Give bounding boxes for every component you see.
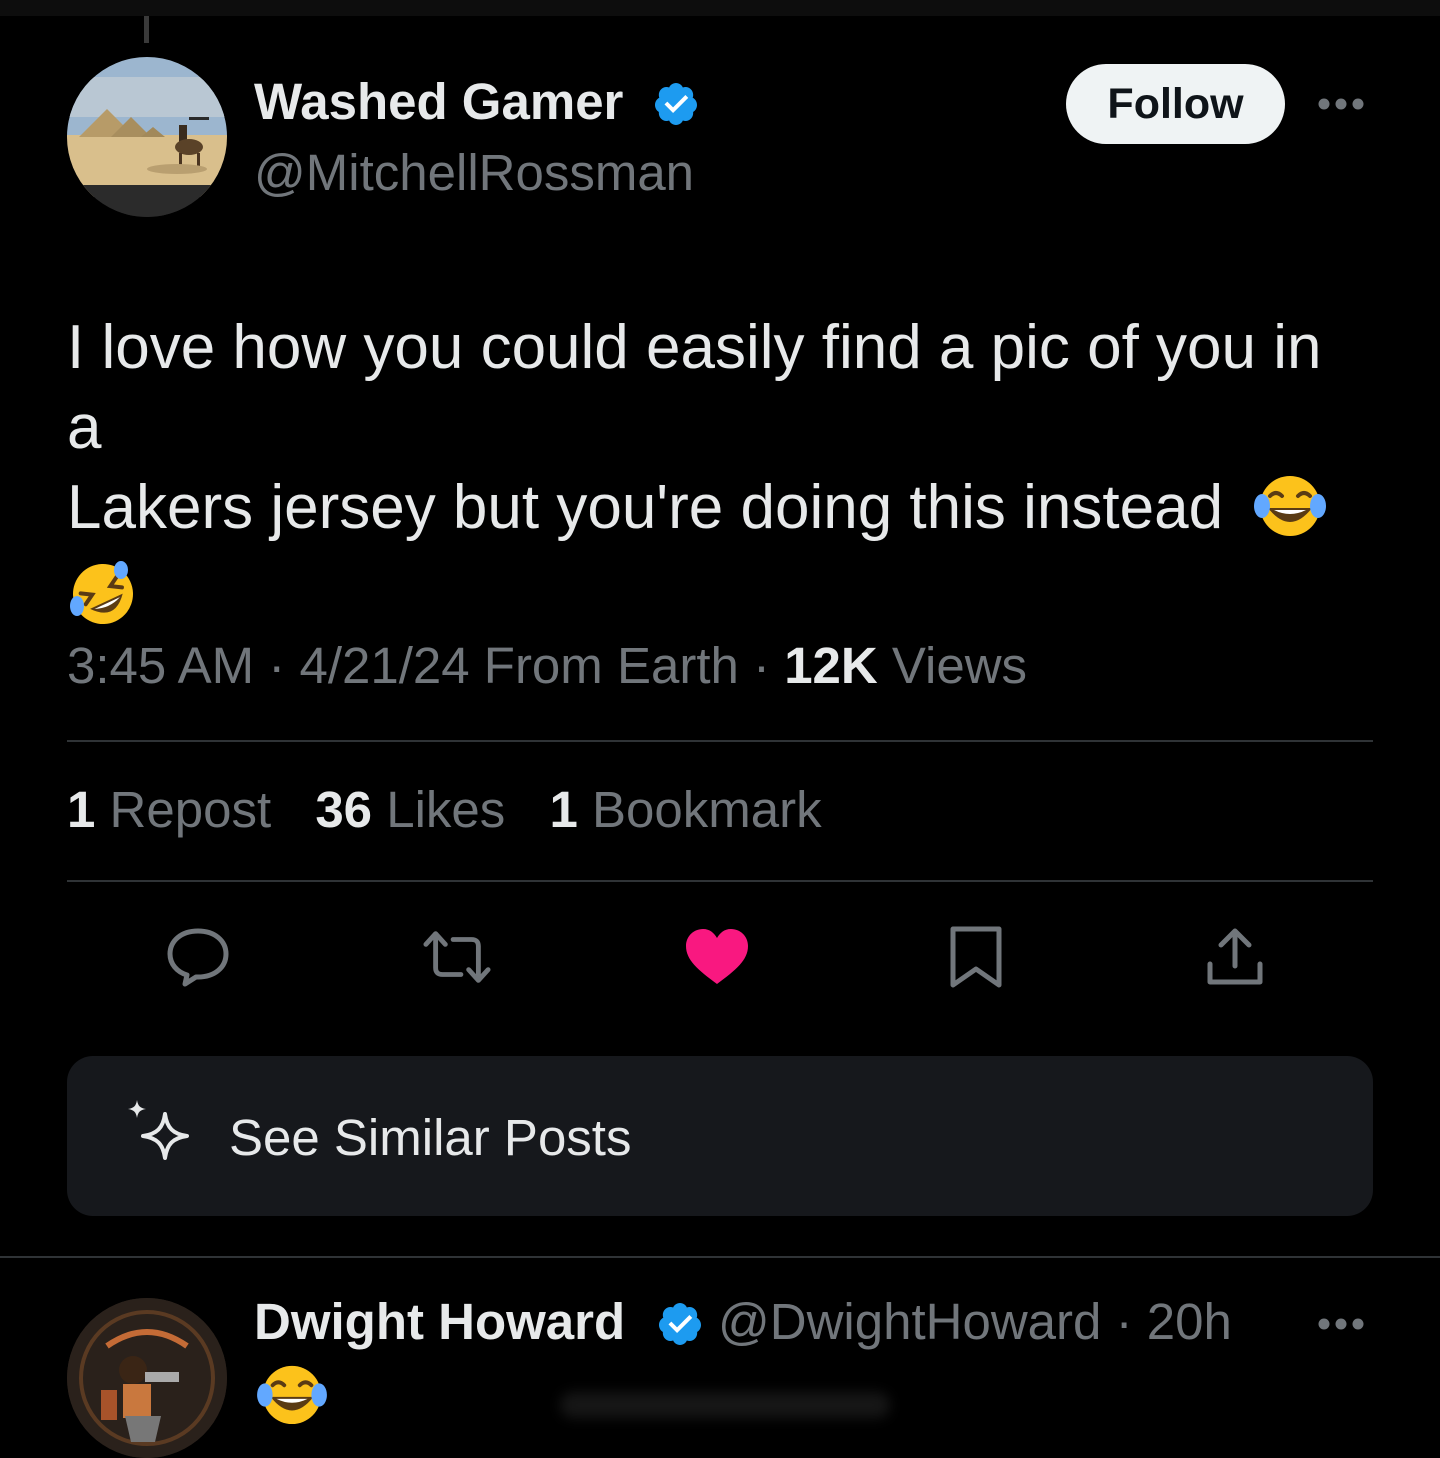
post-location: From Earth xyxy=(483,637,739,694)
post-text-line: I love how you could easily find a pic o… xyxy=(67,313,1322,462)
sparkle-icon xyxy=(128,1100,189,1160)
share-icon xyxy=(1207,928,1263,985)
reply-author-handle[interactable]: @DwightHoward xyxy=(718,1293,1101,1350)
reply-meta: @DwightHoward · 20h xyxy=(718,1292,1232,1351)
bookmarks-label: Bookmark xyxy=(592,781,822,838)
bookmarks-count: 1 xyxy=(549,781,578,838)
reply-button[interactable] xyxy=(163,922,233,992)
divider xyxy=(67,880,1373,882)
meta-separator: · xyxy=(1115,1293,1133,1350)
face-with-tears-of-joy-icon xyxy=(257,1362,327,1431)
avatar-image xyxy=(67,57,227,217)
reply-more-options-icon[interactable] xyxy=(1316,1316,1366,1332)
repost-icon xyxy=(423,931,491,983)
reposts-stat[interactable]: 1 Repost xyxy=(67,781,271,838)
reply-author-avatar[interactable] xyxy=(67,1298,227,1458)
status-bar xyxy=(0,0,1440,16)
post-text-line: Lakers jersey but you're doing this inst… xyxy=(67,473,1224,542)
divider xyxy=(67,740,1373,742)
bookmarks-stat[interactable]: 1 Bookmark xyxy=(549,781,821,838)
reply-icon xyxy=(167,928,229,987)
share-button[interactable] xyxy=(1200,922,1270,992)
repost-button[interactable] xyxy=(422,922,492,992)
thread-line xyxy=(144,16,149,43)
bookmark-icon xyxy=(950,926,1002,988)
likes-stat[interactable]: 36 Likes xyxy=(315,781,505,838)
reply-media-preview xyxy=(560,1392,890,1418)
post-stats: 1 Repost 36 Likes 1 Bookmark xyxy=(67,780,852,839)
face-with-tears-of-joy-icon xyxy=(1254,472,1327,558)
like-icon xyxy=(686,929,748,984)
likes-label: Likes xyxy=(386,781,506,838)
bookmark-button[interactable] xyxy=(941,922,1011,992)
views-label: Views xyxy=(891,637,1028,694)
reply-timestamp[interactable]: 20h xyxy=(1147,1293,1232,1350)
post-date[interactable]: 4/21/24 xyxy=(299,637,469,694)
post-time[interactable]: 3:45 AM xyxy=(67,637,254,694)
see-similar-posts-button[interactable]: See Similar Posts xyxy=(67,1056,1373,1216)
verified-badge-icon xyxy=(654,83,697,125)
likes-count: 36 xyxy=(315,781,373,838)
meta-separator: · xyxy=(753,637,771,694)
author-handle[interactable]: @MitchellRossman xyxy=(254,143,694,202)
follow-button[interactable]: Follow xyxy=(1066,64,1285,144)
rolling-on-the-floor-laughing-icon xyxy=(67,558,139,648)
reposts-label: Repost xyxy=(109,781,272,838)
views-count: 12K xyxy=(784,637,878,694)
reply-author-name[interactable]: Dwight Howard xyxy=(254,1292,625,1351)
meta-separator: · xyxy=(268,637,286,694)
see-similar-posts-label: See Similar Posts xyxy=(229,1109,632,1166)
like-button[interactable] xyxy=(682,922,752,992)
more-options-icon[interactable] xyxy=(1316,96,1366,112)
reply-avatar-image xyxy=(67,1298,227,1458)
verified-badge-icon xyxy=(658,1303,701,1345)
author-avatar[interactable] xyxy=(67,57,227,217)
post-text: I love how you could easily find a pic o… xyxy=(67,308,1367,648)
section-separator xyxy=(0,1256,1440,1258)
post-meta: 3:45 AM · 4/21/24 From Earth · 12K Views xyxy=(67,636,1027,695)
author-name[interactable]: Washed Gamer xyxy=(254,72,623,131)
reposts-count: 1 xyxy=(67,781,96,838)
